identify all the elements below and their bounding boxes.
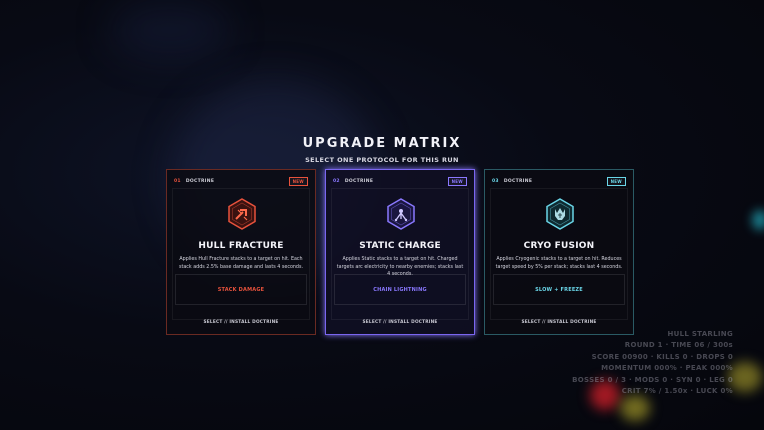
card-tag: SLOW + FREEZE	[493, 274, 625, 305]
new-badge: NEW	[288, 176, 308, 186]
card-index: 01	[174, 178, 181, 184]
upgrade-card-hull-fracture[interactable]: 01 DOCTRINE NEW HULL FRACTURE Applies Hu…	[166, 169, 316, 335]
lightning-node-icon	[387, 198, 415, 230]
card-kind: DOCTRINE	[344, 178, 374, 184]
card-tag: STACK DAMAGE	[175, 274, 307, 305]
card-description: Applies Hull Fracture stacks to a target…	[178, 257, 304, 270]
new-badge: NEW	[606, 176, 626, 186]
crystal-fist-icon	[546, 198, 574, 230]
card-kind: DOCTRINE	[185, 178, 215, 184]
arrow-burst-icon	[228, 198, 256, 230]
card-header: 03 DOCTRINE NEW	[492, 176, 626, 186]
hud-ship-name: HULL STARLING	[667, 330, 733, 338]
run-stats-hud: HULL STARLING ROUND 1 · TIME 06 / 300s S…	[572, 329, 733, 397]
page-title: UPGRADE MATRIX	[302, 136, 462, 151]
hud-score: SCORE 00900 · KILLS 0 · DROPS 0	[591, 352, 733, 361]
card-index: 02	[333, 178, 340, 184]
upgrade-card-static-charge[interactable]: 02 DOCTRINE NEW STATIC CHARGE Applies St…	[325, 169, 475, 335]
card-footer: SELECT // INSTALL DOCTRINE	[203, 320, 279, 325]
hud-round-time: ROUND 1 · TIME 06 / 300s	[624, 341, 733, 350]
new-badge: NEW	[447, 176, 467, 186]
background-glow	[752, 210, 764, 230]
background-glow	[620, 395, 650, 421]
page-subtitle: SELECT ONE PROTOCOL FOR THIS RUN	[305, 156, 459, 164]
background-glow	[110, 0, 230, 60]
card-footer: SELECT // INSTALL DOCTRINE	[362, 320, 438, 325]
hud-crit-luck: CRIT 7% / 1.50x · LUCK 0%	[621, 387, 733, 396]
card-title: HULL FRACTURE	[198, 241, 284, 251]
card-description: Applies Cryogenic stacks to a target on …	[495, 257, 623, 270]
card-title: STATIC CHARGE	[359, 241, 441, 251]
card-footer: SELECT // INSTALL DOCTRINE	[521, 320, 597, 325]
card-header: 01 DOCTRINE NEW	[174, 176, 308, 186]
background-glow	[728, 362, 762, 392]
card-index: 03	[492, 178, 499, 184]
card-header: 02 DOCTRINE NEW	[333, 176, 467, 186]
card-title: CRYO FUSION	[523, 241, 595, 251]
hud-bosses: BOSSES 0 / 3 · MODS 0 · SYN 0 · LEG 0	[572, 375, 733, 384]
card-tag: CHAIN LIGHTNING	[334, 274, 466, 305]
hud-momentum: MOMENTUM 000% · PEAK 000%	[601, 364, 733, 373]
upgrade-card-cryo-fusion[interactable]: 03 DOCTRINE NEW CRYO FUSION Applies Cryo…	[484, 169, 634, 335]
card-kind: DOCTRINE	[503, 178, 533, 184]
